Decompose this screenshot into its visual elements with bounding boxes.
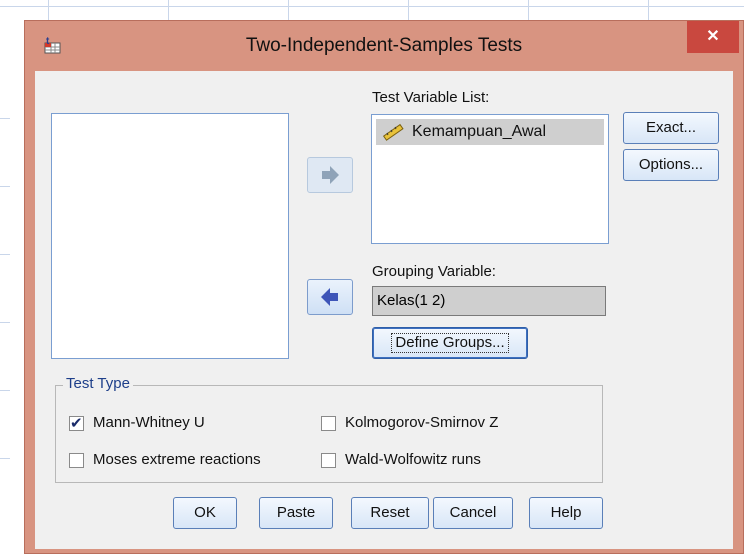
ruler-icon <box>382 123 404 141</box>
moses-extreme-label[interactable]: Moses extreme reactions <box>93 451 261 468</box>
close-button[interactable]: ✕ <box>687 21 739 53</box>
cancel-button[interactable]: Cancel <box>433 497 513 529</box>
options-button[interactable]: Options... <box>623 149 719 181</box>
source-variable-list[interactable] <box>51 113 289 359</box>
grid-line <box>0 458 10 459</box>
exact-button[interactable]: Exact... <box>623 112 719 144</box>
grid-line <box>0 254 10 255</box>
move-from-grouping-button[interactable] <box>307 279 353 315</box>
grid-line <box>168 0 169 20</box>
grid-line <box>0 322 10 323</box>
two-independent-samples-dialog: t Two-Independent-Samples Tests ✕ Test V… <box>24 20 744 554</box>
moses-extreme-checkbox[interactable] <box>69 453 84 468</box>
wald-wolfowitz-checkbox[interactable] <box>321 453 336 468</box>
reset-button[interactable]: Reset <box>351 497 429 529</box>
paste-button[interactable]: Paste <box>259 497 333 529</box>
grid-line <box>648 0 649 20</box>
grid-line <box>0 390 10 391</box>
dialog-body: Test Variable List: Kemampuan_Awal Group… <box>35 71 733 549</box>
grouping-variable-field[interactable]: Kelas(1 2) <box>372 286 606 316</box>
test-variable-list[interactable]: Kemampuan_Awal <box>371 114 609 244</box>
define-groups-button[interactable]: Define Groups... <box>372 327 528 359</box>
mann-whitney-checkbox[interactable] <box>69 414 84 432</box>
arrow-right-icon <box>322 166 339 184</box>
grid-line <box>528 0 529 20</box>
grid-line <box>48 0 49 20</box>
move-to-test-list-button[interactable] <box>307 157 353 193</box>
define-groups-label: Define Groups... <box>391 333 509 353</box>
grid-line <box>288 0 289 20</box>
test-type-group <box>55 385 603 483</box>
kolmogorov-smirnov-label[interactable]: Kolmogorov-Smirnov Z <box>345 414 498 431</box>
grouping-variable-label: Grouping Variable: <box>372 263 496 280</box>
dialog-title: Two-Independent-Samples Tests <box>245 35 523 56</box>
grouping-variable-value: Kelas(1 2) <box>377 292 446 309</box>
ok-button[interactable]: OK <box>173 497 237 529</box>
close-icon: ✕ <box>706 28 720 45</box>
wald-wolfowitz-label[interactable]: Wald-Wolfowitz runs <box>345 451 481 468</box>
grid-line <box>408 0 409 20</box>
test-variable-list-label: Test Variable List: <box>372 89 490 106</box>
variable-name: Kemampuan_Awal <box>412 123 547 140</box>
list-item[interactable]: Kemampuan_Awal <box>376 119 604 145</box>
mann-whitney-label[interactable]: Mann-Whitney U <box>93 414 205 431</box>
title-bar[interactable]: t Two-Independent-Samples Tests ✕ <box>25 21 743 71</box>
kolmogorov-smirnov-checkbox[interactable] <box>321 416 336 431</box>
grid-line <box>0 118 10 119</box>
grid-line <box>0 6 744 7</box>
grid-line <box>0 186 10 187</box>
help-button[interactable]: Help <box>529 497 603 529</box>
arrow-left-icon <box>321 288 338 306</box>
test-type-title: Test Type <box>63 375 133 392</box>
